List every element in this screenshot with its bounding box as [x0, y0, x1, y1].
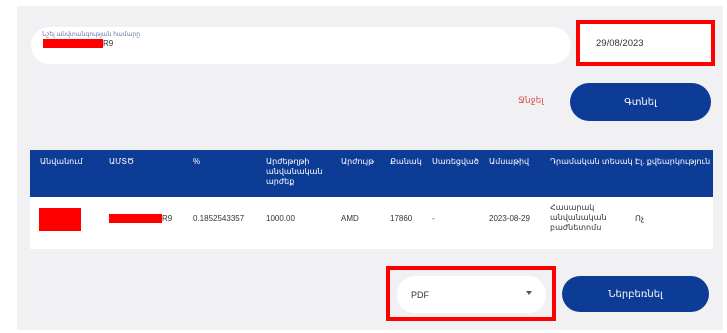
cell-e-vote: Ոչ — [635, 214, 645, 223]
format-select[interactable]: PDF — [397, 276, 546, 313]
col-header-name: Անվանում — [40, 157, 83, 166]
col-header-frozen: Սառեցված — [432, 157, 479, 166]
cell-quantity: 17860 — [390, 214, 413, 223]
redacted-search-value — [43, 39, 103, 48]
redacted-name — [39, 208, 81, 231]
col-header-type: Դրամական տեսակ — [550, 157, 633, 166]
security-number-label: Նշել անվտանգության համարը — [42, 32, 141, 38]
cell-type: Հասարակ անվանական բաժնետոմս — [550, 203, 607, 232]
redacted-amts — [109, 214, 162, 223]
cell-currency: AMD — [341, 214, 359, 223]
download-button[interactable]: Ներբեռնել — [562, 276, 709, 312]
cell-date: 2023-08-29 — [489, 214, 530, 223]
cell-amts-suffix: R9 — [162, 214, 173, 223]
find-button[interactable]: Գտնել — [570, 83, 711, 121]
cell-percent: 0.1852543357 — [193, 214, 245, 223]
col-header-date: Ամսաթիվ — [489, 157, 530, 166]
chevron-down-icon — [526, 291, 532, 295]
col-header-nominal: Արժեթղթի անվանական արժեք — [266, 157, 323, 186]
date-input[interactable]: 29/08/2023 — [589, 29, 708, 57]
clear-button[interactable]: Ջնջել — [518, 95, 544, 106]
col-header-percent: % — [193, 157, 201, 166]
col-header-amts: ԱՄՏԾ — [109, 157, 135, 166]
col-header-currency: Արժույթ — [341, 157, 375, 166]
col-header-e-vote: Էլ. քվեարկություն — [635, 157, 711, 166]
security-number-value-suffix: R9 — [103, 39, 114, 48]
format-select-value: PDF — [411, 289, 429, 300]
cell-nominal: 1000.00 — [266, 214, 295, 223]
col-header-quantity: Քանակ — [390, 157, 422, 166]
cell-frozen: - — [432, 214, 435, 223]
